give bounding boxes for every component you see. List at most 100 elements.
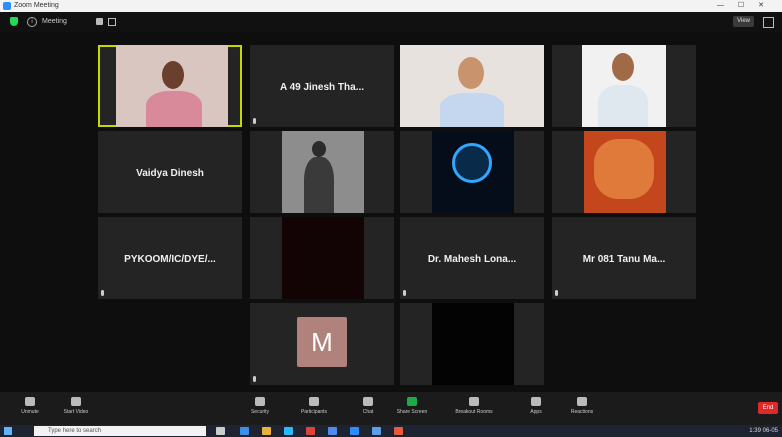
- participant-tile[interactable]: Vaidya Dinesh: [98, 131, 242, 213]
- window-title: Zoom Meeting: [14, 2, 59, 9]
- smiley-icon: [577, 397, 587, 406]
- person-body: [440, 93, 504, 127]
- chrome-icon[interactable]: [306, 427, 315, 435]
- video-camera-icon: [71, 397, 81, 406]
- security-button[interactable]: Security: [240, 395, 280, 415]
- mic-muted-icon: [555, 290, 558, 296]
- shield-icon[interactable]: [10, 17, 18, 26]
- people-icon: [309, 397, 319, 406]
- window-controls[interactable]: —☐✕: [717, 0, 778, 12]
- participant-name: Dr. Mahesh Lona...: [427, 254, 517, 265]
- participant-tile[interactable]: [400, 131, 544, 213]
- end-meeting-button[interactable]: End: [758, 402, 778, 414]
- edge-icon[interactable]: [240, 427, 249, 435]
- flower-image: [594, 139, 654, 199]
- logo-circle: [452, 143, 492, 183]
- toolbar-label: Security: [250, 409, 270, 415]
- person-head: [162, 61, 184, 89]
- participant-name: Mr 081 Tanu Ma...: [582, 254, 666, 265]
- reactions-button[interactable]: Reactions: [562, 395, 602, 415]
- toolbar-label: Unmute: [21, 409, 39, 415]
- participant-tile[interactable]: [250, 131, 394, 213]
- person-body: [146, 91, 202, 127]
- participant-tile[interactable]: M: [250, 303, 394, 385]
- windows-start-icon[interactable]: [4, 427, 12, 435]
- breakout-rooms-icon: [469, 397, 479, 406]
- video-feed: [432, 131, 514, 213]
- participant-tile[interactable]: [98, 45, 242, 127]
- participant-tile[interactable]: [250, 217, 394, 299]
- person-head: [458, 57, 484, 89]
- clock-time: 1:39: [749, 428, 761, 434]
- unmute-button[interactable]: Unmute: [10, 395, 50, 415]
- meeting-title: Meeting: [42, 18, 67, 25]
- view-button[interactable]: View: [733, 16, 754, 27]
- video-feed: [116, 45, 228, 127]
- participant-tile[interactable]: Mr 081 Tanu Ma...: [552, 217, 696, 299]
- shield-icon: [255, 397, 265, 406]
- participant-name: PYKOOM/IC/DYE/...: [124, 254, 216, 265]
- meeting-toolbar: Unmute Start Video Security Participants…: [0, 392, 782, 425]
- app-icon[interactable]: [394, 427, 403, 435]
- person-body: [304, 157, 334, 213]
- participant-name: Vaidya Dinesh: [136, 168, 204, 179]
- video-feed: [432, 303, 514, 385]
- zoom-icon[interactable]: [350, 427, 359, 435]
- apps-button[interactable]: Apps: [516, 395, 556, 415]
- windows-taskbar: Type here to search 1:39 06-05: [0, 425, 782, 437]
- participant-name: A 49 Jinesh Tha...: [279, 82, 365, 93]
- participant-tile[interactable]: Dr. Mahesh Lona...: [400, 217, 544, 299]
- chat-bubble-icon: [363, 397, 373, 406]
- participant-tile[interactable]: [400, 45, 544, 127]
- participant-tile[interactable]: A 49 Jinesh Tha...: [250, 45, 394, 127]
- video-feed: [400, 45, 544, 127]
- mic-muted-icon: [253, 118, 256, 124]
- fullscreen-icon[interactable]: [763, 17, 774, 28]
- clock-date: 06-05: [762, 428, 778, 434]
- file-explorer-icon[interactable]: [262, 427, 271, 435]
- participants-button[interactable]: Participants: [294, 395, 334, 415]
- toolbar-label: Reactions: [570, 409, 594, 415]
- video-feed: [282, 217, 364, 299]
- participant-tile[interactable]: [552, 131, 696, 213]
- video-feed: [584, 131, 666, 213]
- participant-tile[interactable]: [552, 45, 696, 127]
- zoom-app-icon: [3, 2, 11, 10]
- participant-tile[interactable]: PYKOOM/IC/DYE/...: [98, 217, 242, 299]
- start-video-button[interactable]: Start Video: [56, 395, 96, 415]
- system-tray[interactable]: 1:39 06-05: [749, 425, 778, 437]
- toolbar-label: Apps: [530, 409, 542, 415]
- toolbar-label: Share Screen: [396, 409, 428, 415]
- recording-icon: [96, 18, 103, 25]
- toolbar-label: Breakout Rooms: [455, 409, 493, 415]
- share-arrow-icon: [407, 397, 417, 406]
- mic-muted-icon: [403, 290, 406, 296]
- avatar: M: [297, 317, 347, 367]
- person-body: [598, 85, 648, 127]
- mic-muted-icon: [101, 290, 104, 296]
- breakout-rooms-button[interactable]: Breakout Rooms: [444, 395, 504, 415]
- person-head: [312, 141, 326, 157]
- mic-muted-icon: [253, 376, 256, 382]
- person-head: [612, 53, 634, 81]
- mail-icon[interactable]: [328, 427, 337, 435]
- meeting-topbar: i Meeting View: [0, 12, 782, 32]
- microphone-icon: [25, 397, 35, 406]
- share-screen-button[interactable]: Share Screen: [392, 395, 432, 415]
- grid-icon[interactable]: [108, 18, 116, 26]
- apps-grid-icon: [531, 397, 541, 406]
- toolbar-label: Participants: [300, 409, 328, 415]
- toolbar-label: Chat: [362, 409, 374, 415]
- gallery-grid: A 49 Jinesh Tha... Vaidya Dinesh PYKOOM/…: [0, 32, 782, 392]
- info-icon[interactable]: i: [27, 17, 37, 27]
- chat-button[interactable]: Chat: [348, 395, 388, 415]
- taskbar-search-input[interactable]: Type here to search: [34, 426, 206, 436]
- store-icon[interactable]: [284, 427, 293, 435]
- participant-tile[interactable]: [400, 303, 544, 385]
- video-feed: [582, 45, 666, 127]
- app-icon[interactable]: [372, 427, 381, 435]
- toolbar-label: Start Video: [63, 409, 89, 415]
- task-view-icon[interactable]: [216, 427, 225, 435]
- window-titlebar: Zoom Meeting —☐✕: [0, 0, 782, 12]
- video-feed: [282, 131, 364, 213]
